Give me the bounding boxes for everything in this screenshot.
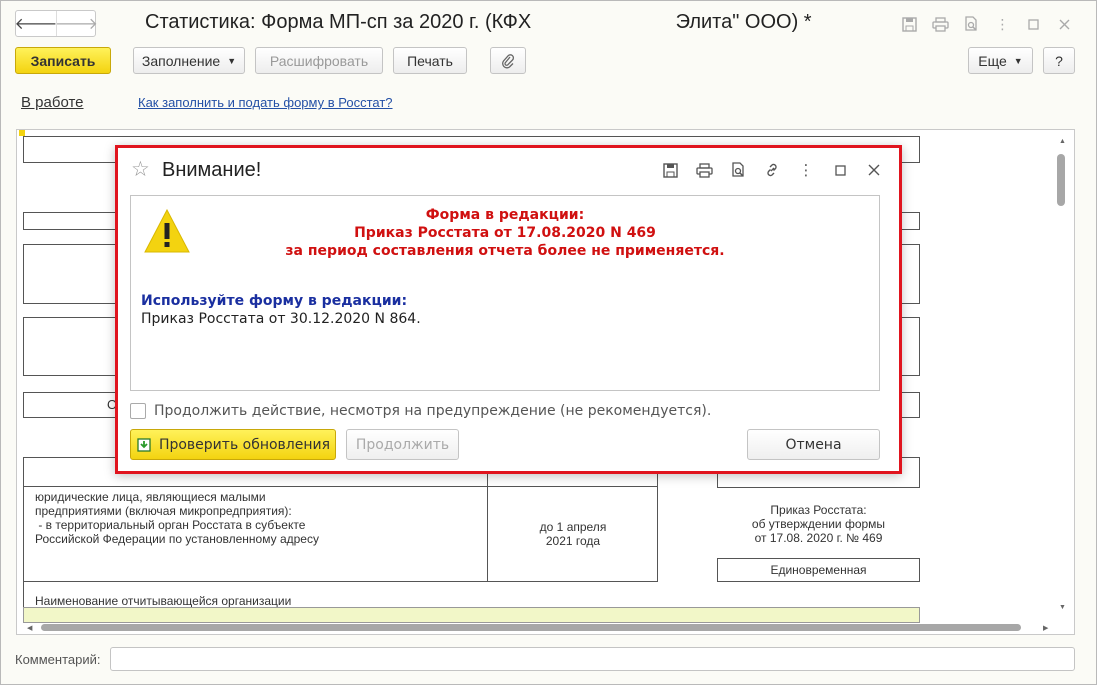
arrow-right-icon: 🡒 — [55, 16, 98, 33]
maximize-icon[interactable] — [823, 159, 857, 181]
horizontal-scrollbar[interactable]: ◀ ▶ — [17, 620, 1074, 634]
how-to-submit-link[interactable]: Как заполнить и подать форму в Росстат? — [138, 95, 393, 110]
window-title: Статистика: Форма МП-сп за 2020 г. (КФХ … — [145, 11, 812, 33]
more-icon[interactable]: ⋮ — [987, 13, 1018, 35]
vertical-scroll-thumb[interactable] — [1057, 154, 1065, 206]
preview-icon[interactable] — [956, 13, 987, 35]
message-panel: Форма в редакции: Приказ Росстата от 17.… — [130, 195, 880, 391]
horizontal-scroll-thumb[interactable] — [41, 624, 1021, 631]
order-text: Приказ Росстата: об утверждении формы от… — [751, 503, 886, 545]
dialog-controls: ⋮ — [653, 159, 891, 181]
dialog-title: Внимание! — [162, 159, 262, 181]
cancel-button[interactable]: Отмена — [747, 429, 880, 460]
continue-anyway-label: Продолжить действие, несмотря на предупр… — [154, 403, 712, 419]
preview-icon[interactable] — [721, 159, 755, 181]
more-dropdown-button[interactable]: Еще ▼ — [968, 47, 1033, 74]
comment-label: Комментарий: — [15, 652, 101, 667]
toolbar: Записать Заполнение ▼ Расшифровать Печат… — [1, 47, 1096, 77]
attach-button[interactable] — [490, 47, 526, 74]
decode-button[interactable]: Расшифровать — [255, 47, 383, 74]
print-button[interactable]: Печать — [393, 47, 467, 74]
main-window: 🡐 🡒 Статистика: Форма МП-сп за 2020 г. (… — [0, 0, 1097, 685]
vertical-scrollbar[interactable]: ▲ ▼ — [1052, 130, 1074, 634]
maximize-icon[interactable] — [1018, 13, 1049, 35]
periodicity-box: Единовременная — [717, 558, 920, 582]
continue-button[interactable]: Продолжить — [346, 429, 459, 460]
deadline-text: до 1 апреля 2021 года — [539, 520, 607, 548]
star-icon[interactable]: ☆ — [131, 157, 150, 182]
periodicity-text: Единовременная — [770, 563, 867, 577]
scroll-up-icon[interactable]: ▲ — [1059, 138, 1066, 145]
title-bar: 🡐 🡒 Статистика: Форма МП-сп за 2020 г. (… — [1, 1, 1096, 45]
document-state-link[interactable]: В работе — [21, 94, 84, 111]
chevron-down-icon: ▼ — [227, 55, 237, 66]
print-icon[interactable] — [687, 159, 721, 181]
recommended-form-text: Приказ Росстата от 30.12.2020 N 864. — [141, 311, 421, 327]
help-button[interactable]: ? — [1043, 47, 1075, 74]
org-label: Наименование отчитывающейся организации — [35, 594, 292, 608]
continue-anyway-option[interactable]: Продолжить действие, несмотря на предупр… — [130, 403, 711, 419]
save-button[interactable]: Записать — [15, 47, 111, 74]
check-updates-label: Проверить обновления — [158, 436, 331, 453]
close-icon[interactable] — [857, 159, 891, 181]
paperclip-icon — [502, 53, 515, 68]
fill-dropdown-button[interactable]: Заполнение ▼ — [133, 47, 245, 74]
more-icon[interactable]: ⋮ — [789, 159, 823, 181]
chevron-down-icon: ▼ — [1013, 55, 1023, 66]
scroll-right-icon[interactable]: ▶ — [1043, 624, 1048, 632]
fill-label: Заполнение — [141, 52, 221, 69]
continue-anyway-checkbox[interactable] — [130, 403, 146, 419]
close-icon[interactable] — [1049, 13, 1080, 35]
back-button[interactable]: 🡐 — [14, 11, 58, 36]
window-controls: ⋮ — [894, 13, 1080, 35]
warning-line-3: за период составления отчета более не пр… — [285, 243, 725, 259]
forward-button[interactable]: 🡒 — [55, 11, 98, 36]
link-icon[interactable] — [755, 159, 789, 181]
org-box-left — [23, 582, 24, 607]
arrow-left-icon: 🡐 — [14, 16, 58, 33]
warning-line-1: Форма в редакции: — [425, 207, 585, 223]
dialog-header: ☆ Внимание! ⋮ — [118, 148, 899, 192]
warning-message: Форма в редакции: Приказ Росстата от 17.… — [131, 206, 879, 260]
navigation-buttons: 🡐 🡒 — [14, 10, 98, 37]
save-icon[interactable] — [653, 159, 687, 181]
respondents-text: юридические лица, являющиеся малыми пред… — [35, 490, 319, 546]
table-header-line — [23, 486, 658, 487]
recommendation-heading: Используйте форму в редакции: — [141, 293, 408, 309]
download-icon — [137, 437, 151, 452]
scroll-down-icon[interactable]: ▼ — [1059, 604, 1066, 611]
comment-input[interactable] — [110, 647, 1075, 671]
check-updates-button[interactable]: Проверить обновления — [130, 429, 336, 460]
more-label: Еще — [978, 52, 1007, 69]
scroll-left-icon[interactable]: ◀ — [27, 624, 32, 632]
warning-line-2: Приказ Росстата от 17.08.2020 N 469 — [354, 225, 656, 241]
warning-dialog: ☆ Внимание! ⋮ Форма в редакции: Приказ Р… — [115, 145, 902, 474]
print-icon[interactable] — [925, 13, 956, 35]
save-icon[interactable] — [894, 13, 925, 35]
